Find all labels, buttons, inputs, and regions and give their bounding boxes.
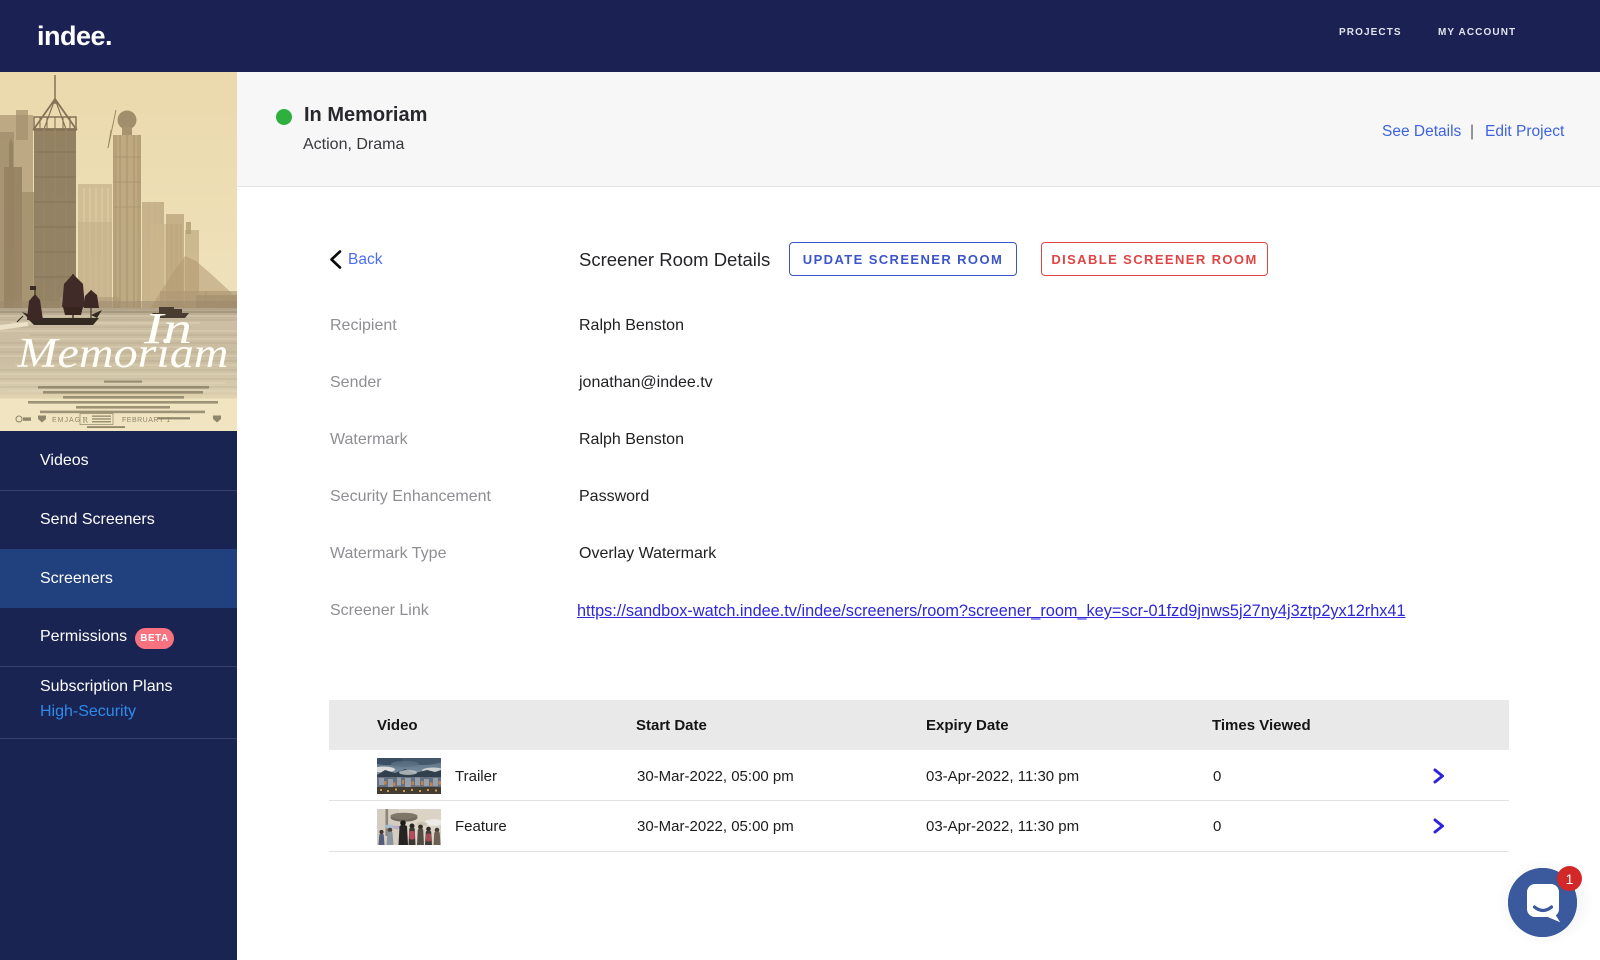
svg-text:Memoriam: Memoriam — [16, 331, 228, 377]
svg-text:EMJAG: EMJAG — [52, 417, 81, 424]
svg-text:R: R — [83, 415, 89, 425]
